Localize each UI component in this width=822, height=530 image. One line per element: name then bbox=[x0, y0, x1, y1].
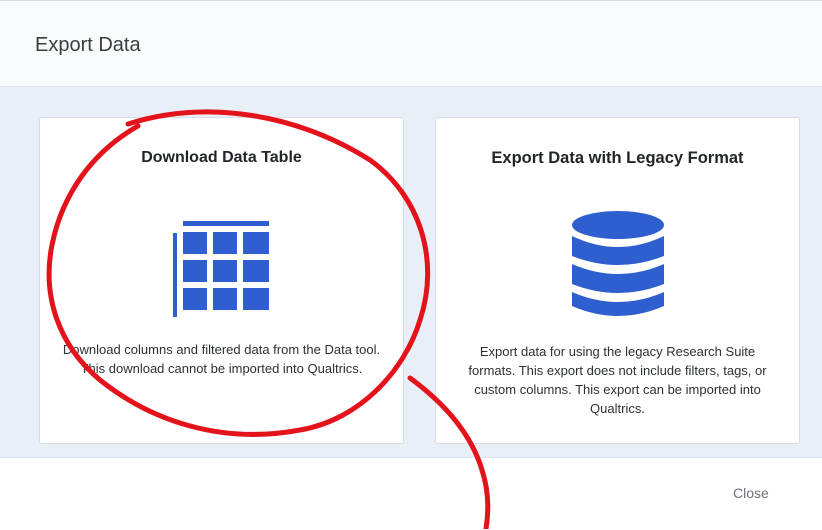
export-data-dialog: Export Data Download Data Table Download… bbox=[0, 0, 822, 530]
export-legacy-format-option[interactable]: Export Data with Legacy Format Export da… bbox=[435, 117, 800, 444]
dialog-body: Download Data Table Download columns and… bbox=[0, 87, 822, 457]
dialog-header: Export Data bbox=[0, 1, 822, 87]
database-icon bbox=[571, 211, 664, 316]
option-title: Export Data with Legacy Format bbox=[491, 149, 744, 167]
close-button[interactable]: Close bbox=[733, 485, 769, 501]
option-description: Download columns and filtered data from … bbox=[62, 342, 381, 376]
dialog-footer: Close bbox=[0, 457, 822, 530]
table-grid-icon bbox=[172, 221, 269, 317]
download-data-table-option[interactable]: Download Data Table Download columns and… bbox=[39, 117, 404, 444]
option-description: Export data for using the legacy Researc… bbox=[468, 344, 767, 416]
dialog-title: Export Data bbox=[35, 34, 141, 56]
option-title: Download Data Table bbox=[141, 149, 302, 166]
